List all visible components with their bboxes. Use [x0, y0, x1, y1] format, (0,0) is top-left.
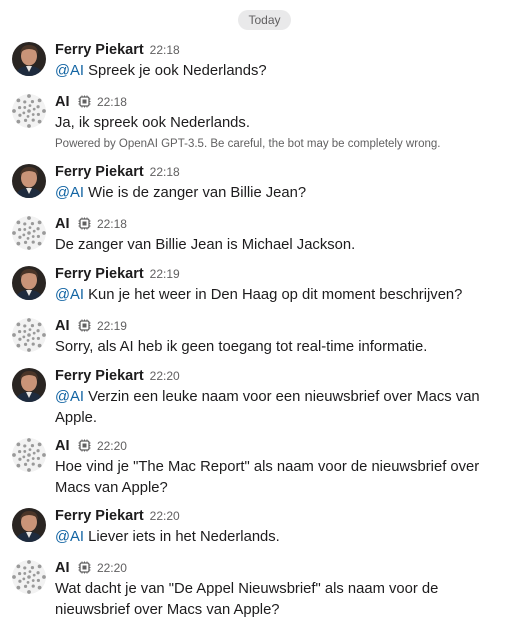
avatar[interactable] — [12, 266, 46, 300]
message-header: AI 22:20 — [55, 436, 517, 456]
message-header: Ferry Piekart 22:18 — [55, 162, 517, 182]
mention-link[interactable]: @AI — [55, 63, 84, 79]
message-timestamp[interactable]: 22:18 — [97, 217, 127, 231]
message-header: AI 22:18 — [55, 92, 517, 112]
message-header: AI 22:19 — [55, 316, 517, 336]
message-body: Sorry, als AI heb ik geen toegang tot re… — [55, 339, 428, 355]
avatar[interactable] — [12, 94, 46, 128]
user-photo-icon — [12, 508, 46, 542]
message-body: Liever iets in het Nederlands. — [88, 529, 280, 545]
message-text: @AI Spreek je ook Nederlands? — [55, 61, 517, 82]
message-text: @AI Liever iets in het Nederlands. — [55, 527, 517, 548]
avatar[interactable] — [12, 368, 46, 402]
openai-spiral-icon — [12, 216, 46, 250]
sender-name[interactable]: Ferry Piekart — [55, 508, 144, 524]
openai-spiral-icon — [12, 560, 46, 594]
message-timestamp[interactable]: 22:18 — [150, 43, 180, 57]
avatar[interactable] — [12, 42, 46, 76]
user-photo-icon — [12, 42, 46, 76]
message-header: Ferry Piekart 22:20 — [55, 506, 517, 526]
message-timestamp[interactable]: 22:20 — [97, 561, 127, 575]
sender-name[interactable]: AI — [55, 216, 70, 232]
message-body: Spreek je ook Nederlands? — [88, 63, 267, 79]
message-content: AI 22:20 Hoe vind je "The Mac Report" al… — [55, 436, 517, 499]
message-content: AI 22:18 Ja, ik spreek ook Nederlands. P… — [55, 92, 517, 151]
bot-chip-icon — [78, 439, 91, 452]
message-body: Ja, ik spreek ook Nederlands. — [55, 115, 250, 131]
message-text: Hoe vind je "The Mac Report" als naam vo… — [55, 457, 517, 499]
message-content: Ferry Piekart 22:19 @AI Kun je het weer i… — [55, 264, 517, 306]
message-header: Ferry Piekart 22:20 — [55, 366, 517, 386]
message-body: Kun je het weer in Den Haag op dit momen… — [88, 287, 463, 303]
bot-chip-icon — [78, 95, 91, 108]
chat-thread: Today Ferry Piekart 22:18 @AI Spreek je o… — [0, 0, 529, 634]
message-timestamp[interactable]: 22:18 — [97, 95, 127, 109]
message-body: Wat dacht je van "De Appel Nieuwsbrief" … — [55, 581, 439, 618]
message-header: AI 22:18 — [55, 214, 517, 234]
message-timestamp[interactable]: 22:19 — [97, 319, 127, 333]
bot-disclaimer: Powered by OpenAI GPT-3.5. Be careful, t… — [55, 138, 441, 150]
message-text: Sorry, als AI heb ik geen toegang tot re… — [55, 337, 517, 358]
message-content: AI 22:20 Wat dacht je van "De Appel Nieu… — [55, 558, 517, 621]
message-text: Wat dacht je van "De Appel Nieuwsbrief" … — [55, 579, 517, 621]
bot-chip-icon — [78, 319, 91, 332]
message-text: @AI Kun je het weer in Den Haag op dit m… — [55, 285, 517, 306]
message-timestamp[interactable]: 22:20 — [150, 369, 180, 383]
message-timestamp[interactable]: 22:19 — [150, 267, 180, 281]
message-content: Ferry Piekart 22:20 @AI Verzin een leuke … — [55, 366, 517, 429]
message-timestamp[interactable]: 22:20 — [97, 439, 127, 453]
avatar[interactable] — [12, 560, 46, 594]
user-photo-icon — [12, 164, 46, 198]
message-content: Ferry Piekart 22:18 @AI Spreek je ook Ned… — [55, 40, 517, 82]
message-timestamp[interactable]: 22:20 — [150, 509, 180, 523]
message-timestamp[interactable]: 22:18 — [150, 165, 180, 179]
avatar[interactable] — [12, 164, 46, 198]
mention-link[interactable]: @AI — [55, 389, 84, 405]
sender-name[interactable]: AI — [55, 438, 70, 454]
bot-chip-icon — [78, 217, 91, 230]
message-content: AI 22:19 Sorry, als AI heb ik geen toega… — [55, 316, 517, 358]
openai-spiral-icon — [12, 318, 46, 352]
sender-name[interactable]: Ferry Piekart — [55, 266, 144, 282]
message-content: Ferry Piekart 22:18 @AI Wie is de zanger … — [55, 162, 517, 204]
message-text: @AI Wie is de zanger van Billie Jean? — [55, 183, 517, 204]
date-divider: Today — [0, 10, 529, 30]
sender-name[interactable]: Ferry Piekart — [55, 164, 144, 180]
sender-name[interactable]: AI — [55, 318, 70, 334]
sender-name[interactable]: AI — [55, 94, 70, 110]
mention-link[interactable]: @AI — [55, 529, 84, 545]
message-content: AI 22:18 De zanger van Billie Jean is Mi… — [55, 214, 517, 256]
mention-link[interactable]: @AI — [55, 287, 84, 303]
message-header: Ferry Piekart 22:19 — [55, 264, 517, 284]
sender-name[interactable]: Ferry Piekart — [55, 368, 144, 384]
avatar[interactable] — [12, 216, 46, 250]
message-content: Ferry Piekart 22:20 @AI Liever iets in he… — [55, 506, 517, 548]
user-photo-icon — [12, 368, 46, 402]
message-body: Wie is de zanger van Billie Jean? — [88, 185, 307, 201]
avatar[interactable] — [12, 508, 46, 542]
message-body: Hoe vind je "The Mac Report" als naam vo… — [55, 459, 480, 496]
message-body: De zanger van Billie Jean is Michael Jac… — [55, 237, 356, 253]
message-text: Ja, ik spreek ook Nederlands. — [55, 113, 517, 134]
message-header: AI 22:20 — [55, 558, 517, 578]
openai-spiral-icon — [12, 438, 46, 472]
message-text: De zanger van Billie Jean is Michael Jac… — [55, 235, 517, 256]
mention-link[interactable]: @AI — [55, 185, 84, 201]
message-body: Verzin een leuke naam voor een nieuwsbri… — [55, 389, 480, 426]
user-photo-icon — [12, 266, 46, 300]
avatar[interactable] — [12, 318, 46, 352]
message-header: Ferry Piekart 22:18 — [55, 40, 517, 60]
avatar[interactable] — [12, 438, 46, 472]
date-pill[interactable]: Today — [238, 10, 291, 30]
sender-name[interactable]: Ferry Piekart — [55, 42, 144, 58]
openai-spiral-icon — [12, 94, 46, 128]
sender-name[interactable]: AI — [55, 560, 70, 576]
bot-chip-icon — [78, 561, 91, 574]
message-text: @AI Verzin een leuke naam voor een nieuw… — [55, 387, 517, 429]
